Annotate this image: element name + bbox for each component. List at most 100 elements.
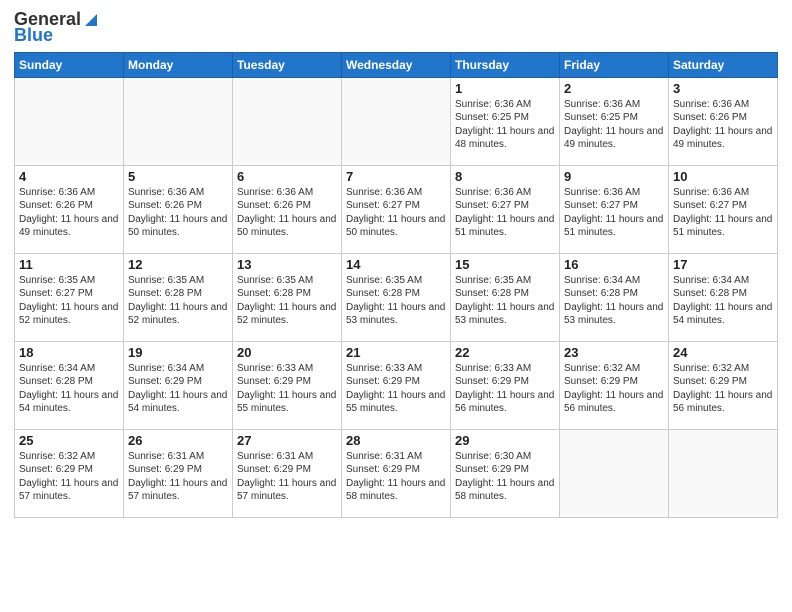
calendar-cell: 29Sunrise: 6:30 AM Sunset: 6:29 PM Dayli… — [451, 429, 560, 517]
day-number: 17 — [673, 257, 773, 272]
calendar-cell — [342, 77, 451, 165]
day-of-week-header: Sunday — [15, 52, 124, 77]
calendar-cell: 20 Sunrise: 6:33 AM Sunset: 6:29 PM Dayli… — [233, 341, 342, 429]
calendar-page: General Blue SundayMondayTuesdayWednesda… — [0, 0, 792, 612]
calendar-week-row: 4Sunrise: 6:36 AM Sunset: 6:26 PM Daylig… — [15, 165, 778, 253]
calendar-cell: 21 Sunrise: 6:33 AM Sunset: 6:29 PM Dayli… — [342, 341, 451, 429]
day-info: Sunrise: 6:32 AM Sunset: 6:29 PM Dayligh… — [673, 362, 773, 416]
day-of-week-header: Thursday — [451, 52, 560, 77]
calendar-cell: 23 Sunrise: 6:32 AM Sunset: 6:29 PM Dayli… — [560, 341, 669, 429]
day-info: Sunrise: 6:31 AM Sunset: 6:29 PM Dayligh… — [237, 450, 337, 504]
day-number: 15 — [455, 257, 555, 272]
day-info: Sunrise: 6:33 AM Sunset: 6:29 PM Dayligh… — [346, 362, 446, 416]
calendar-cell: 26 Sunrise: 6:31 AM Sunset: 6:29 PM Dayli… — [124, 429, 233, 517]
logo: General Blue — [14, 10, 100, 46]
day-number: 6 — [237, 169, 337, 184]
day-info: Sunrise: 6:36 AM Sunset: 6:26 PM Dayligh… — [128, 186, 228, 240]
day-info: Sunrise: 6:33 AM Sunset: 6:29 PM Dayligh… — [455, 362, 555, 416]
day-of-week-header: Tuesday — [233, 52, 342, 77]
day-number: 8 — [455, 169, 555, 184]
day-info: Sunrise: 6:36 AM Sunset: 6:27 PM Dayligh… — [346, 186, 446, 240]
calendar-cell: 19 Sunrise: 6:34 AM Sunset: 6:29 PM Dayli… — [124, 341, 233, 429]
calendar-cell: 4Sunrise: 6:36 AM Sunset: 6:26 PM Daylig… — [15, 165, 124, 253]
calendar-body: 1 Sunrise: 6:36 AM Sunset: 6:25 PM Daylig… — [15, 77, 778, 517]
day-info: Sunrise: 6:36 AM Sunset: 6:26 PM Dayligh… — [237, 186, 337, 240]
calendar-cell: 14 Sunrise: 6:35 AM Sunset: 6:28 PM Dayli… — [342, 253, 451, 341]
calendar-cell: 16 Sunrise: 6:34 AM Sunset: 6:28 PM Dayli… — [560, 253, 669, 341]
calendar-cell: 11 Sunrise: 6:35 AM Sunset: 6:27 PM Dayli… — [15, 253, 124, 341]
day-info: Sunrise: 6:35 AM Sunset: 6:28 PM Dayligh… — [237, 274, 337, 328]
calendar-cell — [124, 77, 233, 165]
day-info: Sunrise: 6:36 AM Sunset: 6:26 PM Dayligh… — [19, 186, 119, 240]
day-number: 1 — [455, 81, 555, 96]
day-of-week-header: Friday — [560, 52, 669, 77]
day-number: 14 — [346, 257, 446, 272]
calendar-cell: 3 Sunrise: 6:36 AM Sunset: 6:26 PM Daylig… — [669, 77, 778, 165]
day-number: 26 — [128, 433, 228, 448]
calendar-week-row: 11 Sunrise: 6:35 AM Sunset: 6:27 PM Dayli… — [15, 253, 778, 341]
calendar-cell: 13 Sunrise: 6:35 AM Sunset: 6:28 PM Dayli… — [233, 253, 342, 341]
day-info: Sunrise: 6:33 AM Sunset: 6:29 PM Dayligh… — [237, 362, 337, 416]
day-info: Sunrise: 6:30 AM Sunset: 6:29 PM Dayligh… — [455, 450, 555, 504]
calendar-cell — [669, 429, 778, 517]
calendar-cell: 24 Sunrise: 6:32 AM Sunset: 6:29 PM Dayli… — [669, 341, 778, 429]
day-number: 19 — [128, 345, 228, 360]
day-number: 13 — [237, 257, 337, 272]
calendar-cell: 12 Sunrise: 6:35 AM Sunset: 6:28 PM Dayli… — [124, 253, 233, 341]
day-of-week-header: Saturday — [669, 52, 778, 77]
calendar-week-row: 25Sunrise: 6:32 AM Sunset: 6:29 PM Dayli… — [15, 429, 778, 517]
calendar-cell — [560, 429, 669, 517]
day-info: Sunrise: 6:36 AM Sunset: 6:27 PM Dayligh… — [564, 186, 664, 240]
day-number: 23 — [564, 345, 664, 360]
day-of-week-header: Monday — [124, 52, 233, 77]
day-number: 22 — [455, 345, 555, 360]
calendar-cell: 10 Sunrise: 6:36 AM Sunset: 6:27 PM Dayli… — [669, 165, 778, 253]
calendar-cell: 28Sunrise: 6:31 AM Sunset: 6:29 PM Dayli… — [342, 429, 451, 517]
day-number: 12 — [128, 257, 228, 272]
calendar-week-row: 1 Sunrise: 6:36 AM Sunset: 6:25 PM Daylig… — [15, 77, 778, 165]
day-number: 9 — [564, 169, 664, 184]
day-number: 10 — [673, 169, 773, 184]
day-number: 3 — [673, 81, 773, 96]
calendar-cell: 22 Sunrise: 6:33 AM Sunset: 6:29 PM Dayli… — [451, 341, 560, 429]
calendar-week-row: 18 Sunrise: 6:34 AM Sunset: 6:28 PM Dayli… — [15, 341, 778, 429]
calendar-cell: 8 Sunrise: 6:36 AM Sunset: 6:27 PM Daylig… — [451, 165, 560, 253]
calendar-cell: 17Sunrise: 6:34 AM Sunset: 6:28 PM Dayli… — [669, 253, 778, 341]
day-info: Sunrise: 6:36 AM Sunset: 6:27 PM Dayligh… — [455, 186, 555, 240]
calendar-cell: 2Sunrise: 6:36 AM Sunset: 6:25 PM Daylig… — [560, 77, 669, 165]
day-info: Sunrise: 6:36 AM Sunset: 6:25 PM Dayligh… — [564, 98, 664, 152]
calendar-cell: 18 Sunrise: 6:34 AM Sunset: 6:28 PM Dayli… — [15, 341, 124, 429]
day-info: Sunrise: 6:31 AM Sunset: 6:29 PM Dayligh… — [346, 450, 446, 504]
day-info: Sunrise: 6:35 AM Sunset: 6:27 PM Dayligh… — [19, 274, 119, 328]
day-number: 27 — [237, 433, 337, 448]
day-number: 16 — [564, 257, 664, 272]
day-info: Sunrise: 6:36 AM Sunset: 6:26 PM Dayligh… — [673, 98, 773, 152]
calendar-cell: 5 Sunrise: 6:36 AM Sunset: 6:26 PM Daylig… — [124, 165, 233, 253]
calendar-cell — [15, 77, 124, 165]
day-info: Sunrise: 6:36 AM Sunset: 6:27 PM Dayligh… — [673, 186, 773, 240]
day-number: 18 — [19, 345, 119, 360]
calendar-cell: 7 Sunrise: 6:36 AM Sunset: 6:27 PM Daylig… — [342, 165, 451, 253]
day-info: Sunrise: 6:32 AM Sunset: 6:29 PM Dayligh… — [564, 362, 664, 416]
day-info: Sunrise: 6:34 AM Sunset: 6:29 PM Dayligh… — [128, 362, 228, 416]
day-info: Sunrise: 6:35 AM Sunset: 6:28 PM Dayligh… — [128, 274, 228, 328]
logo-triangle-icon — [82, 11, 100, 29]
logo-blue-text: Blue — [14, 26, 53, 46]
day-info: Sunrise: 6:31 AM Sunset: 6:29 PM Dayligh… — [128, 450, 228, 504]
day-info: Sunrise: 6:34 AM Sunset: 6:28 PM Dayligh… — [19, 362, 119, 416]
day-info: Sunrise: 6:32 AM Sunset: 6:29 PM Dayligh… — [19, 450, 119, 504]
calendar-table: SundayMondayTuesdayWednesdayThursdayFrid… — [14, 52, 778, 518]
day-number: 20 — [237, 345, 337, 360]
day-number: 24 — [673, 345, 773, 360]
day-number: 11 — [19, 257, 119, 272]
day-info: Sunrise: 6:35 AM Sunset: 6:28 PM Dayligh… — [455, 274, 555, 328]
day-number: 7 — [346, 169, 446, 184]
day-info: Sunrise: 6:35 AM Sunset: 6:28 PM Dayligh… — [346, 274, 446, 328]
header-row: SundayMondayTuesdayWednesdayThursdayFrid… — [15, 52, 778, 77]
day-info: Sunrise: 6:34 AM Sunset: 6:28 PM Dayligh… — [564, 274, 664, 328]
calendar-header: SundayMondayTuesdayWednesdayThursdayFrid… — [15, 52, 778, 77]
day-number: 5 — [128, 169, 228, 184]
calendar-cell: 6 Sunrise: 6:36 AM Sunset: 6:26 PM Daylig… — [233, 165, 342, 253]
day-number: 21 — [346, 345, 446, 360]
calendar-cell: 15 Sunrise: 6:35 AM Sunset: 6:28 PM Dayli… — [451, 253, 560, 341]
